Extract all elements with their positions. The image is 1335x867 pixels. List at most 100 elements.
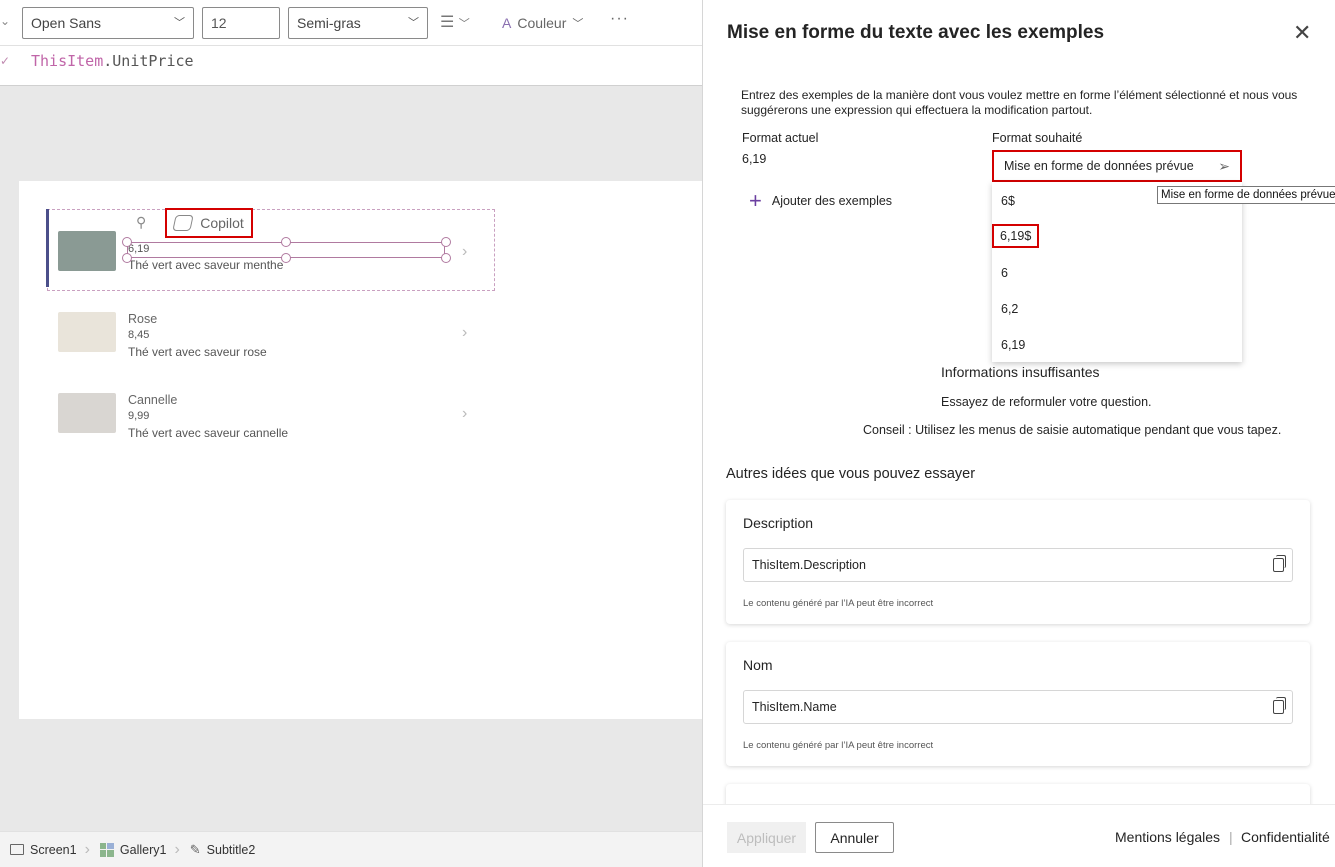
formula-object: ThisItem (31, 52, 104, 70)
text-color-icon: A (502, 15, 512, 31)
gallery-row[interactable]: 6,19 Thé vert avec saveur menthe › (58, 231, 478, 291)
crumb-subtitle[interactable]: ✎ Subtitle2 (182, 842, 264, 858)
font-weight-value: Semi-gras (297, 15, 361, 31)
desired-format-label: Format souhaité (992, 131, 1083, 145)
align-icon: ☰ (440, 14, 455, 31)
info-title: Informations insuffisantes (941, 364, 1100, 380)
formula-bar[interactable]: ✓ ThisItem.UnitPrice (0, 46, 702, 86)
desired-format-value: Mise en forme de données prévue (1004, 159, 1194, 173)
chevron-right-icon[interactable]: › (462, 405, 467, 423)
idea-card-title: Nom (743, 657, 773, 673)
crumb-label: Screen1 (30, 842, 77, 857)
format-with-examples-panel: Mise en forme du texte avec les exemples… (702, 0, 1335, 867)
product-image (58, 393, 116, 433)
chevron-right-icon: › (84, 840, 90, 858)
product-name: Cannelle (128, 393, 178, 407)
product-description: Thé vert avec saveur menthe (128, 258, 284, 272)
idea-formula: ThisItem.Name (752, 700, 837, 714)
footer-divider: | (1229, 829, 1233, 845)
apply-button[interactable]: Appliquer (727, 822, 806, 853)
chevron-down-icon: ﹀ (458, 18, 470, 30)
legal-link[interactable]: Mentions légales (1115, 829, 1220, 845)
info-tip: Conseil : Utilisez les menus de saisie a… (863, 423, 1282, 437)
more-options-button[interactable]: ··· (610, 10, 629, 28)
pin-icon[interactable]: ⚲ (136, 214, 146, 231)
color-label: Couleur (517, 15, 567, 31)
ai-disclaimer: Le contenu généré par l’IA peut être inc… (743, 740, 934, 751)
resize-handle[interactable] (441, 237, 451, 247)
panel-intro: Entrez des exemples de la manière dont v… (741, 88, 1298, 117)
desired-format-input[interactable]: Mise en forme de données prévue ➢ (992, 150, 1242, 182)
panel-footer: Appliquer Annuler Mentions légales | Con… (703, 804, 1335, 867)
suggestion-item-selected[interactable]: 6,19$ (992, 224, 1040, 248)
idea-formula: ThisItem.Description (752, 558, 866, 572)
current-format-label: Format actuel (742, 131, 819, 145)
product-description: Thé vert avec saveur cannelle (128, 426, 289, 440)
chevron-down-icon: ﹀ (572, 18, 584, 30)
chevron-down-icon: ﹀ (408, 17, 419, 29)
chevron-down-icon[interactable]: ⌄ (0, 14, 10, 28)
chevron-down-icon: ﹀ (174, 17, 185, 29)
idea-formula-field[interactable]: ThisItem.Name (743, 690, 1293, 724)
gallery-row[interactable]: Rose 8,45 Thé vert avec saveur rose › (58, 312, 478, 372)
privacy-link[interactable]: Confidentialité (1241, 829, 1330, 845)
selected-row-indicator (46, 209, 49, 287)
send-icon[interactable]: ➢ (1218, 158, 1230, 175)
resize-handle[interactable] (441, 253, 451, 263)
add-examples-button[interactable]: + Ajouter des exemples (749, 188, 893, 213)
current-format-value: 6,19 (742, 152, 767, 166)
copy-icon[interactable] (1273, 697, 1286, 714)
idea-formula-field[interactable]: ThisItem.Description (743, 548, 1293, 582)
chevron-right-icon[interactable]: › (462, 324, 467, 342)
suggestion-dropdown: 6$ 6,19$ 6 6,2 6,19 (992, 182, 1242, 362)
breadcrumb: Screen1 › Gallery1 › ✎ Subtitle2 (0, 831, 702, 867)
gallery-row[interactable]: Cannelle 9,99 Thé vert avec saveur canne… (58, 393, 478, 453)
copilot-icon (172, 215, 194, 231)
add-examples-label: Ajouter des exemples (771, 194, 893, 208)
close-icon[interactable]: ✕ (1293, 22, 1311, 44)
resize-handle[interactable] (122, 237, 132, 247)
suggestion-item[interactable]: 6,19 (1001, 338, 1025, 352)
crumb-label: Gallery1 (119, 842, 167, 857)
tooltip: Mise en forme de données prévue (1157, 186, 1335, 204)
product-description: Thé vert avec saveur rose (128, 345, 267, 359)
product-price: 9,99 (128, 410, 150, 422)
chevron-right-icon[interactable]: › (462, 243, 467, 261)
copilot-button[interactable]: Copilot (165, 208, 253, 238)
idea-card-title: Description (743, 515, 814, 531)
gallery-icon (99, 842, 114, 857)
text-align-button[interactable]: ☰ ﹀ (440, 12, 482, 34)
font-weight-select[interactable]: Semi-gras ﹀ (288, 7, 428, 39)
other-ideas-title: Autres idées que vous pouvez essayer (726, 466, 976, 482)
resize-handle[interactable] (281, 253, 291, 263)
suggestion-item[interactable]: 6$ (1001, 194, 1015, 208)
suggestion-item[interactable]: 6,2 (1001, 302, 1018, 316)
font-size-input[interactable]: 12 (202, 7, 280, 39)
copy-icon[interactable] (1273, 555, 1286, 572)
copilot-label: Copilot (200, 215, 244, 231)
crumb-screen[interactable]: Screen1 (2, 843, 85, 857)
formula-text[interactable]: ThisItem.UnitPrice (31, 52, 194, 70)
panel-title: Mise en forme du texte avec les exemples (727, 22, 1105, 43)
color-button[interactable]: A Couleur ﹀ (502, 12, 583, 34)
resize-handle[interactable] (281, 237, 291, 247)
app-canvas: 6,19 Thé vert avec saveur menthe › ⚲ Cop… (19, 181, 702, 719)
product-price: 8,45 (128, 329, 150, 341)
screen-icon (10, 844, 24, 855)
crumb-gallery[interactable]: Gallery1 (92, 842, 175, 857)
resize-handle[interactable] (122, 253, 132, 263)
plus-icon: + (749, 188, 762, 213)
idea-card: Description ThisItem.Description Le cont… (726, 500, 1310, 624)
idea-card: Nom ThisItem.Name Le contenu généré par … (726, 642, 1310, 766)
font-family-select[interactable]: Open Sans ﹀ (22, 7, 194, 39)
crumb-label: Subtitle2 (206, 842, 256, 857)
product-image (58, 231, 116, 271)
chevron-right-icon: › (174, 840, 180, 858)
product-name: Rose (128, 312, 158, 326)
cancel-button[interactable]: Annuler (815, 822, 894, 853)
info-message: Essayez de reformuler votre question. (941, 395, 1152, 409)
suggestion-item[interactable]: 6 (1001, 266, 1008, 280)
ai-disclaimer: Le contenu généré par l’IA peut être inc… (743, 598, 934, 609)
formula-property: .UnitPrice (103, 52, 194, 70)
check-icon[interactable]: ✓ (0, 54, 10, 68)
